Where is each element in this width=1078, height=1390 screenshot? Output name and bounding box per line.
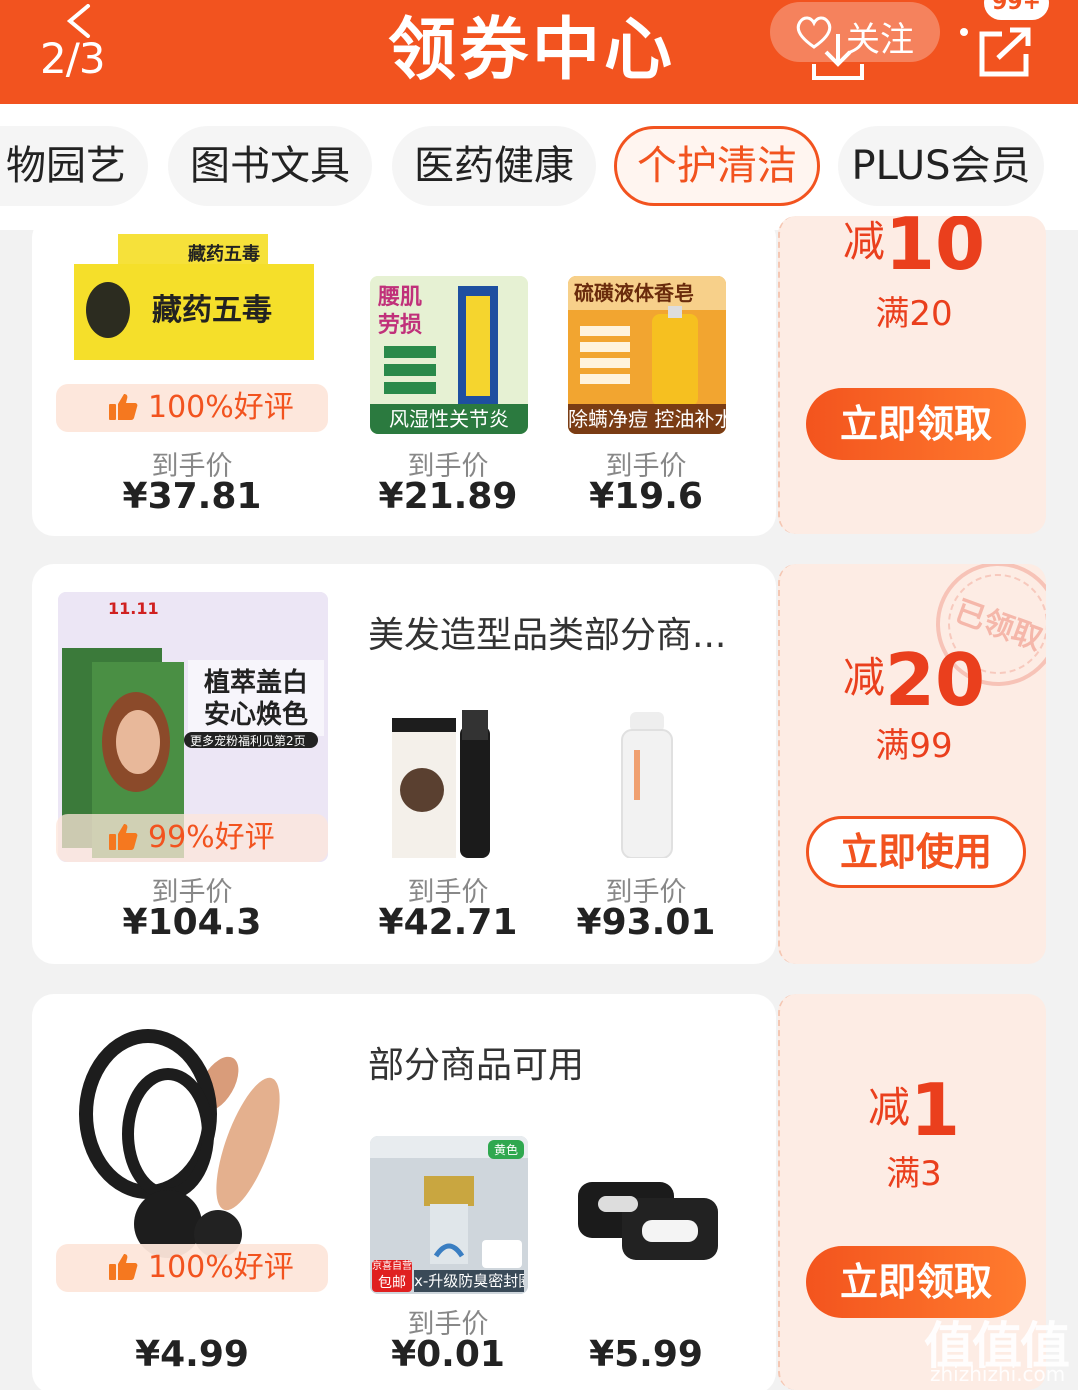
product-image[interactable]: 黄色 京喜自营 包邮 x-升级防臭密封圈 [370,1136,528,1294]
coupon-condition: 满20 [875,294,953,334]
white-bottle-graphic [621,712,673,858]
rating-badge: 100%好评 [56,384,328,432]
product-image[interactable] [370,700,528,858]
use-coupon-button[interactable]: 立即使用 [806,816,1026,888]
page-indicator: 2/3 [40,34,106,83]
price-value: ¥0.01 [391,1334,505,1375]
price-value: ¥21.89 [378,476,518,517]
product-image[interactable]: 腰肌 劳损 风湿性关节炎 [370,276,528,434]
banner-sub: 更多宠粉福利见第2页 [190,734,306,748]
tab-personal-care[interactable]: 个护清洁 [614,126,820,206]
coupon-card[interactable]: 藏药五毒 藏药五毒 100%好评 到手价 ¥37.81 腰肌 劳损 风湿性关节炎… [32,216,776,536]
coupon-card[interactable]: 100%好评 部分商品可用 ¥4.99 黄色 京喜自营 包邮 x-升级防臭密封圈 … [32,994,776,1390]
tab-plus[interactable]: PLUS会员 [838,126,1044,206]
svg-text:藏药五毒: 藏药五毒 [152,294,272,327]
rating-badge: 100%好评 [56,1244,328,1292]
svg-text:11.11: 11.11 [108,599,159,618]
coupon-description: 部分商品可用 [368,1045,585,1086]
coupon-amount: 减1 [867,1068,961,1152]
product-image[interactable] [568,700,726,858]
coupon-condition: 满3 [886,1154,942,1194]
coupon-condition: 满99 [875,726,953,766]
price-value: ¥42.71 [378,902,518,943]
hair-dye-comb-graphic [392,710,490,858]
coupon-amount: 减20 [842,638,986,722]
thumbs-up-icon [109,1254,138,1280]
category-tabs: 物园艺 图书文具 医药健康 个护清洁 PLUS会员 [0,104,1078,230]
price-value: ¥19.6 [589,476,703,517]
rating-badge: 99%好评 [56,814,328,862]
notification-badge: 99+ [984,0,1050,20]
price-value: ¥37.81 [122,476,262,517]
image-caption: 风湿性关节炎 [370,404,528,434]
coupon-panel: 已领取 减20 满99 立即使用 [778,564,1046,964]
share-icon[interactable] [978,26,1034,78]
product-image[interactable]: 硫磺液体香皂 除螨净痘 控油补水 [568,276,726,434]
claim-coupon-button[interactable]: 立即领取 [806,388,1026,460]
page-title: 领券中心 [388,11,677,90]
image-caption: 除螨净痘 控油补水 [568,404,726,434]
svg-text:硫磺液体香皂: 硫磺液体香皂 [574,281,694,305]
download-icon[interactable] [810,32,866,82]
svg-text:腰肌: 腰肌 [377,285,422,310]
price-value: ¥4.99 [135,1334,249,1375]
rating-text: 100%好评 [148,390,294,425]
wipes-pack-graphic [578,1182,718,1260]
image-caption: x-升级防臭密封圈 [414,1270,524,1292]
banner-line2: 安心焕色 [204,700,309,730]
price-value: ¥93.01 [576,902,716,943]
back-arrow-icon[interactable] [62,4,96,38]
product-image[interactable] [568,1136,726,1294]
svg-text:劳损: 劳损 [378,312,422,338]
thumbs-up-icon [109,394,138,420]
rating-text: 99%好评 [148,820,275,855]
more-dot-icon [960,28,968,36]
price-value: ¥104.3 [122,902,262,943]
coupon-amount: 减10 [842,216,986,286]
thumbs-up-icon [109,824,138,850]
tab-books[interactable]: 图书文具 [168,126,372,206]
rating-text: 100%好评 [148,1250,294,1285]
top-bar: 2/3 领券中心 关注 99+ [0,0,1078,104]
coupon-panel: 减10 满20 立即领取 [778,216,1046,534]
tab-garden[interactable]: 物园艺 [0,126,148,206]
product-box-graphic: 藏药五毒 藏药五毒 [74,234,314,360]
product-image[interactable]: 藏药五毒 藏药五毒 [68,230,320,364]
svg-text:藏药五毒: 藏药五毒 [188,243,260,264]
tab-medicine[interactable]: 医药健康 [392,126,596,206]
coupon-card[interactable]: 11.11 植萃盖白 安心焕色 更多宠粉福利见第2页 99%好评 美发造型品类部… [32,564,776,964]
coupon-description: 美发造型品类部分商... [368,615,727,656]
price-value: ¥5.99 [589,1334,703,1375]
corner-tag: 黄色 [487,1140,524,1159]
watermark-url: zhizhizhi.com [930,1362,1066,1386]
self-operated-tag: 京喜自营 包邮 [372,1260,412,1292]
